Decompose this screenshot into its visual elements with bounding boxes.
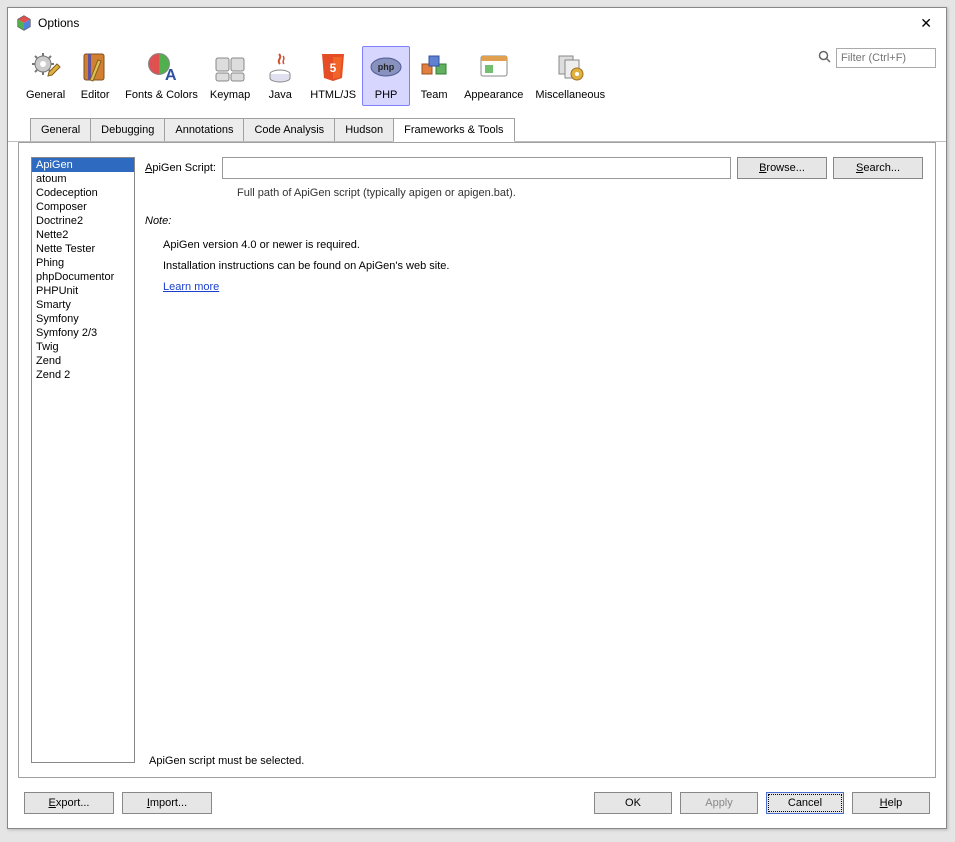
editor-icon [77, 49, 113, 85]
category-label: Appearance [464, 89, 523, 101]
note-line1: ApiGen version 4.0 or newer is required. [163, 235, 923, 256]
list-item[interactable]: Nette Tester [32, 242, 134, 256]
list-item[interactable]: phpDocumentor [32, 270, 134, 284]
framework-list[interactable]: ApiGenatoumCodeceptionComposerDoctrine2N… [31, 157, 135, 763]
filter-input[interactable] [836, 48, 936, 68]
close-icon[interactable]: ✕ [914, 13, 938, 34]
general-icon [28, 49, 64, 85]
category-label: Team [421, 89, 448, 101]
filter-area [818, 48, 936, 68]
note-heading: Note: [145, 215, 923, 227]
tab-strip: GeneralDebuggingAnnotationsCode Analysis… [30, 118, 924, 141]
htmljs-icon: 5 [315, 49, 351, 85]
tab-annotations[interactable]: Annotations [164, 118, 244, 141]
import-button[interactable]: Import... [122, 792, 212, 814]
tab-hudson[interactable]: Hudson [334, 118, 394, 141]
script-label: ApiGen Script: [145, 162, 216, 174]
learn-more-link[interactable]: Learn more [163, 281, 219, 293]
category-php[interactable]: php PHP [362, 46, 410, 106]
dialog-buttons: Export... Import... OK Apply Cancel Help [8, 778, 946, 828]
ok-button[interactable]: OK [594, 792, 672, 814]
category-label: General [26, 89, 65, 101]
export-button[interactable]: Export... [24, 792, 114, 814]
tab-general[interactable]: General [30, 118, 91, 141]
status-message: ApiGen script must be selected. [149, 755, 304, 767]
app-icon [16, 15, 32, 31]
team-icon [416, 49, 452, 85]
note-body: ApiGen version 4.0 or newer is required.… [163, 235, 923, 298]
php-icon: php [368, 49, 404, 85]
titlebar: Options ✕ [8, 8, 946, 38]
category-appearance[interactable]: Appearance [458, 46, 529, 106]
category-misc[interactable]: Miscellaneous [529, 46, 611, 106]
list-item[interactable]: Twig [32, 340, 134, 354]
list-item[interactable]: Smarty [32, 298, 134, 312]
category-label: Keymap [210, 89, 250, 101]
window-title: Options [38, 16, 79, 30]
category-htmljs[interactable]: 5 HTML/JS [304, 46, 362, 106]
category-general[interactable]: General [20, 46, 71, 106]
svg-text:php: php [378, 62, 395, 72]
list-item[interactable]: Phing [32, 256, 134, 270]
category-team[interactable]: Team [410, 46, 458, 106]
list-item[interactable]: atoum [32, 172, 134, 186]
svg-text:5: 5 [330, 61, 337, 75]
category-label: Java [269, 89, 292, 101]
list-item[interactable]: PHPUnit [32, 284, 134, 298]
search-icon[interactable] [818, 50, 832, 67]
category-label: Miscellaneous [535, 89, 605, 101]
tab-code-analysis[interactable]: Code Analysis [243, 118, 335, 141]
list-item[interactable]: Composer [32, 200, 134, 214]
category-toolbar: General Editor A Fonts & Colors Keymap Java 5 H… [8, 38, 946, 142]
java-icon [262, 49, 298, 85]
category-keymap[interactable]: Keymap [204, 46, 256, 106]
category-editor[interactable]: Editor [71, 46, 119, 106]
tab-frameworks-tools[interactable]: Frameworks & Tools [393, 118, 514, 142]
search-button[interactable]: Search... [833, 157, 923, 179]
tab-debugging[interactable]: Debugging [90, 118, 165, 141]
category-fonts[interactable]: A Fonts & Colors [119, 46, 204, 106]
options-dialog: Options ✕ General Editor A Fonts & Colors Ke… [7, 7, 947, 829]
category-label: Editor [81, 89, 110, 101]
framework-detail: ApiGen Script: Browse... Search... Full … [145, 157, 923, 763]
list-item[interactable]: Zend [32, 354, 134, 368]
svg-text:A: A [165, 67, 177, 84]
list-item[interactable]: Codeception [32, 186, 134, 200]
fonts-icon: A [144, 49, 180, 85]
category-label: PHP [375, 89, 398, 101]
note-line2: Installation instructions can be found o… [163, 256, 923, 277]
list-item[interactable]: Nette2 [32, 228, 134, 242]
category-label: HTML/JS [310, 89, 356, 101]
category-java[interactable]: Java [256, 46, 304, 106]
browse-button[interactable]: Browse... [737, 157, 827, 179]
content-panel: ApiGenatoumCodeceptionComposerDoctrine2N… [18, 142, 936, 778]
list-item[interactable]: Zend 2 [32, 368, 134, 382]
list-item[interactable]: Symfony 2/3 [32, 326, 134, 340]
list-item[interactable]: Doctrine2 [32, 214, 134, 228]
keymap-icon [212, 49, 248, 85]
script-input[interactable] [222, 157, 731, 179]
apply-button[interactable]: Apply [680, 792, 758, 814]
list-item[interactable]: ApiGen [32, 158, 134, 172]
script-hint: Full path of ApiGen script (typically ap… [237, 187, 923, 199]
misc-icon [552, 49, 588, 85]
cancel-button[interactable]: Cancel [766, 792, 844, 814]
appearance-icon [476, 49, 512, 85]
list-item[interactable]: Symfony [32, 312, 134, 326]
category-label: Fonts & Colors [125, 89, 198, 101]
help-button[interactable]: Help [852, 792, 930, 814]
